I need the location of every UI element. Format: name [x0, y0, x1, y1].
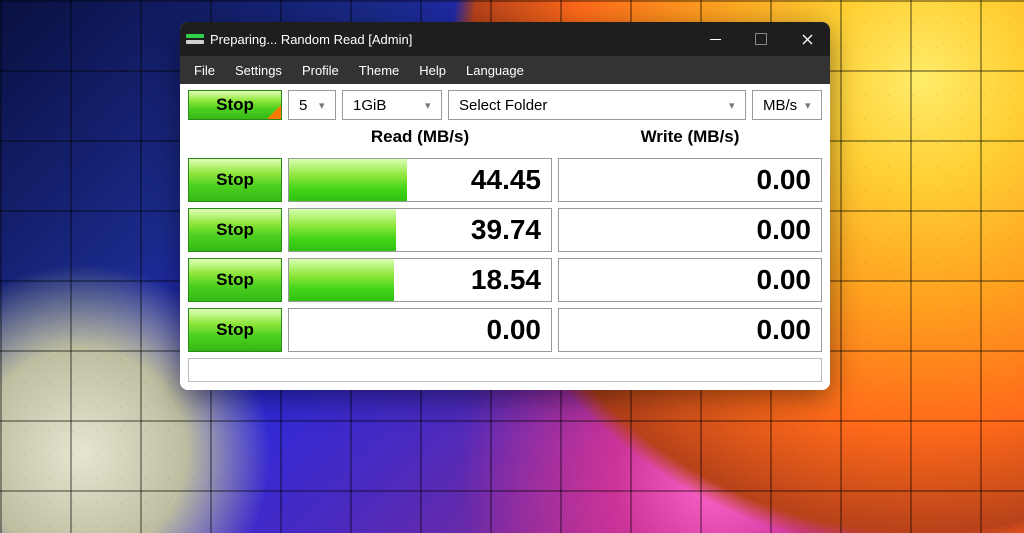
app-icon [186, 30, 204, 48]
runs-value: 5 [299, 97, 319, 114]
window-title: Preparing... Random Read [Admin] [210, 32, 412, 47]
folder-select[interactable]: Select Folder ▾ [448, 90, 746, 120]
content-area: Stop 5 ▾ 1GiB ▾ Select Folder ▾ MB/s ▾ [180, 84, 830, 390]
status-bar [188, 358, 822, 382]
stop-button[interactable]: Stop [188, 308, 282, 352]
read-progress [289, 159, 407, 201]
read-cell: 0.00 [288, 308, 552, 352]
write-cell: 0.00 [558, 208, 822, 252]
folder-value: Select Folder [459, 97, 729, 114]
chevron-down-icon: ▾ [805, 99, 815, 112]
result-row: Stop 44.45 0.00 [188, 158, 822, 202]
chevron-down-icon: ▾ [729, 99, 739, 112]
read-column-header: Read (MB/s) [288, 122, 552, 152]
result-row: Stop 0.00 0.00 [188, 308, 822, 352]
result-row: Stop 39.74 0.00 [188, 208, 822, 252]
result-row: Stop 18.54 0.00 [188, 258, 822, 302]
menu-profile[interactable]: Profile [292, 63, 349, 78]
write-cell: 0.00 [558, 308, 822, 352]
write-column-header: Write (MB/s) [558, 122, 822, 152]
read-cell: 39.74 [288, 208, 552, 252]
write-cell: 0.00 [558, 258, 822, 302]
read-cell: 44.45 [288, 158, 552, 202]
unit-value: MB/s [763, 97, 805, 114]
chevron-down-icon: ▾ [425, 99, 435, 112]
stop-all-label: Stop [216, 95, 254, 115]
menu-settings[interactable]: Settings [225, 63, 292, 78]
write-value: 0.00 [757, 164, 812, 196]
runs-select[interactable]: 5 ▾ [288, 90, 336, 120]
write-value: 0.00 [757, 314, 812, 346]
write-cell: 0.00 [558, 158, 822, 202]
write-value: 0.00 [757, 214, 812, 246]
read-value: 44.45 [471, 164, 541, 196]
minimize-button[interactable] [692, 22, 738, 56]
read-progress [289, 259, 394, 301]
unit-select[interactable]: MB/s ▾ [752, 90, 822, 120]
menu-help[interactable]: Help [409, 63, 456, 78]
close-button[interactable] [784, 22, 830, 56]
chevron-down-icon: ▾ [319, 99, 329, 112]
read-value: 18.54 [471, 264, 541, 296]
test-size-value: 1GiB [353, 97, 425, 114]
read-value: 0.00 [487, 314, 542, 346]
menu-theme[interactable]: Theme [349, 63, 409, 78]
menu-language[interactable]: Language [456, 63, 534, 78]
stop-button[interactable]: Stop [188, 208, 282, 252]
menu-file[interactable]: File [184, 63, 225, 78]
stop-button[interactable]: Stop [188, 258, 282, 302]
header-spacer [188, 122, 282, 152]
maximize-button[interactable] [738, 22, 784, 56]
read-cell: 18.54 [288, 258, 552, 302]
read-value: 39.74 [471, 214, 541, 246]
stop-all-button[interactable]: Stop [188, 90, 282, 120]
app-window: Preparing... Random Read [Admin] File Se… [180, 22, 830, 390]
stop-button[interactable]: Stop [188, 158, 282, 202]
test-size-select[interactable]: 1GiB ▾ [342, 90, 442, 120]
menubar: File Settings Profile Theme Help Languag… [180, 56, 830, 84]
read-progress [289, 209, 396, 251]
write-value: 0.00 [757, 264, 812, 296]
titlebar[interactable]: Preparing... Random Read [Admin] [180, 22, 830, 56]
